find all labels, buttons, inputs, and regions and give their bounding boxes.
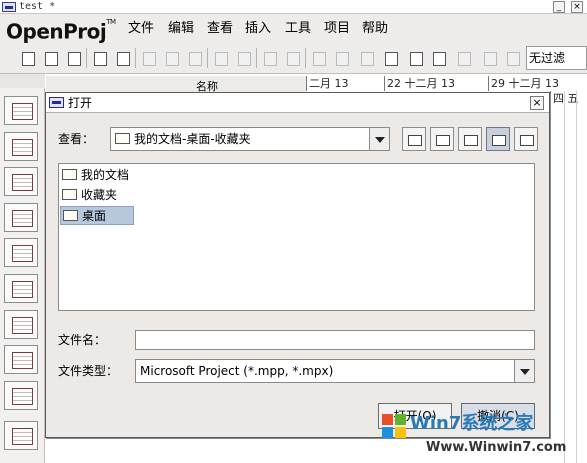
title-bar: test * _ × — [0, 0, 587, 14]
zoom-out-icon[interactable] — [431, 49, 447, 67]
toolbar-separator — [135, 48, 136, 68]
openproj-logo: OpenProjTM — [6, 18, 116, 44]
menu-insert[interactable]: 插入 — [245, 14, 271, 44]
folder-icon — [115, 133, 130, 144]
up-one-level-icon[interactable] — [402, 127, 426, 151]
toolbar-separator — [305, 48, 306, 68]
menu-help[interactable]: 帮助 — [362, 14, 388, 44]
list-item-selected[interactable]: 桌面 — [60, 206, 134, 225]
unlink-icon[interactable] — [285, 49, 301, 67]
folder-icon — [62, 169, 77, 180]
scroll-left-icon[interactable] — [482, 49, 498, 67]
toolbar-separator — [86, 48, 87, 68]
app-icon — [2, 2, 16, 12]
dialog-app-icon — [49, 97, 64, 108]
link-icon[interactable] — [262, 49, 278, 67]
watermark-text: Win7系统之家 — [410, 413, 534, 434]
report-view-icon[interactable] — [4, 345, 38, 374]
assign-resource-icon[interactable] — [359, 49, 375, 67]
task-usage-icon[interactable] — [4, 238, 38, 267]
menu-edit[interactable]: 编辑 — [168, 14, 194, 44]
filter-select[interactable]: 无过滤 — [526, 46, 587, 70]
file-list: 我的文档 收藏夹 桌面 — [58, 163, 535, 311]
calendar-icon[interactable] — [383, 49, 399, 67]
filter-icon[interactable] — [456, 49, 472, 67]
notes-icon[interactable] — [334, 49, 350, 67]
openproj-window: test * _ × OpenProjTM 文件 编辑 查看 插入 工具 项目 … — [0, 0, 587, 463]
tracking-gantt-icon[interactable] — [4, 132, 38, 161]
no-subview-icon[interactable] — [4, 381, 38, 410]
copy-icon[interactable] — [164, 49, 180, 67]
gantt-days: 四 五 — [550, 91, 587, 106]
window-close-button[interactable]: × — [571, 1, 583, 13]
window-title: test * — [19, 1, 56, 12]
folder-icon — [62, 189, 77, 200]
new-folder-icon[interactable] — [458, 127, 482, 151]
dialog-title-bar: 打开 × — [46, 93, 549, 113]
windows-logo-icon — [382, 414, 408, 440]
chevron-down-icon[interactable] — [369, 128, 389, 150]
look-in-select[interactable]: 我的文档-桌面-收藏夹 — [110, 127, 390, 151]
rbs-view-icon[interactable] — [4, 310, 38, 339]
gantt-week-1: 二月 13 — [306, 76, 384, 91]
open-icon[interactable] — [43, 49, 59, 67]
watermark: Win7系统之家 Www.Winwin7.com — [382, 408, 587, 463]
dialog-title: 打开 — [68, 96, 93, 110]
menu-view[interactable]: 查看 — [207, 14, 233, 44]
task-info-icon[interactable] — [311, 49, 327, 67]
watermark-url: Www.Winwin7.com — [426, 440, 567, 455]
home-icon[interactable] — [430, 127, 454, 151]
undo-icon[interactable] — [213, 49, 229, 67]
dialog-close-button[interactable]: × — [530, 96, 544, 110]
menu-file[interactable]: 文件 — [128, 14, 154, 44]
filetype-select[interactable]: Microsoft Project (*.mpp, *.mpx) — [135, 359, 535, 383]
filetype-label: 文件类型： — [58, 364, 119, 378]
gantt-week-2: 22 十二月 13 — [384, 76, 488, 91]
toolbar-separator — [256, 48, 257, 68]
chevron-down-icon[interactable] — [514, 360, 534, 382]
details-view-icon[interactable] — [514, 127, 538, 151]
resource-usage-icon[interactable] — [4, 421, 38, 450]
save-icon[interactable] — [66, 49, 82, 67]
zoom-in-icon[interactable] — [408, 49, 424, 67]
gantt-week-3: 29 十二月 13 — [488, 76, 564, 91]
look-in-label: 查看： — [58, 132, 95, 146]
menu-tools[interactable]: 工具 — [285, 14, 311, 44]
minimize-button[interactable]: _ — [553, 1, 565, 13]
list-item[interactable]: 收藏夹 — [60, 186, 134, 205]
scroll-right-icon[interactable] — [505, 49, 521, 67]
list-item[interactable]: 我的文档 — [60, 166, 134, 185]
redo-icon[interactable] — [236, 49, 252, 67]
menu-project[interactable]: 项目 — [324, 14, 350, 44]
folder-icon — [63, 210, 78, 221]
list-view-icon[interactable] — [486, 127, 510, 151]
wbs-view-icon[interactable] — [4, 274, 38, 303]
filename-label: 文件名： — [58, 333, 107, 347]
new-icon[interactable] — [20, 49, 36, 67]
print-icon[interactable] — [92, 49, 108, 67]
open-dialog: 打开 × 查看： 我的文档-桌面-收藏夹 我的文档 收藏夹 桌面 文件名： 文件… — [45, 92, 550, 438]
gantt-view-icon[interactable] — [4, 96, 38, 125]
network-view-icon[interactable] — [4, 167, 38, 196]
toolbar-separator — [207, 48, 208, 68]
resources-view-icon[interactable] — [4, 203, 38, 232]
look-in-value: 我的文档-桌面-收藏夹 — [134, 132, 251, 146]
filename-field[interactable] — [135, 330, 535, 350]
print-preview-icon[interactable] — [115, 49, 131, 67]
paste-icon[interactable] — [187, 49, 203, 67]
cut-icon[interactable] — [141, 49, 157, 67]
filetype-value: Microsoft Project (*.mpp, *.mpx) — [140, 364, 334, 378]
